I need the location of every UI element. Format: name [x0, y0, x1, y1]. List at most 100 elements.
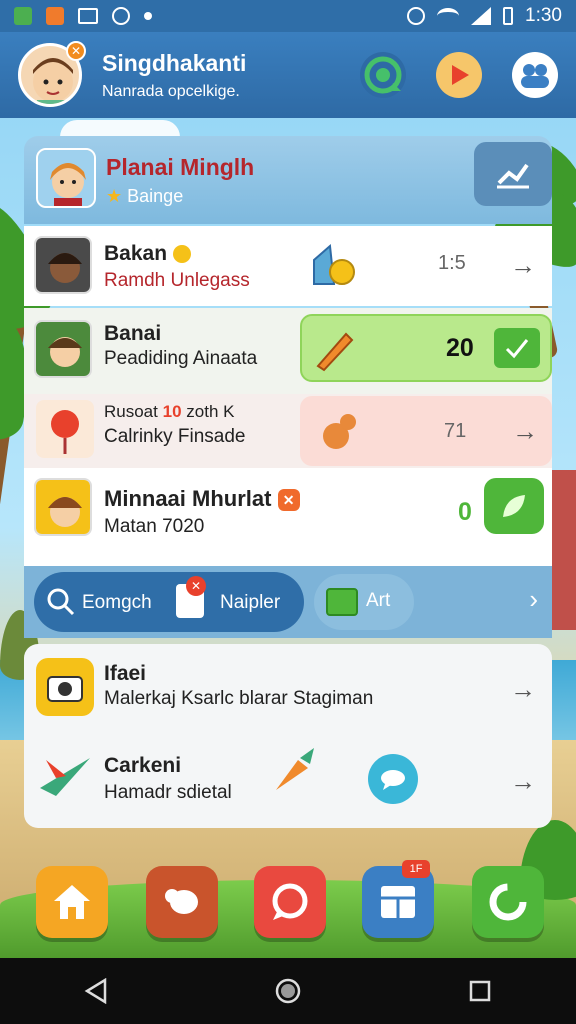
- bottom-card: Ifaei Malerkaj Ksarlc blarar Stagiman → …: [24, 644, 552, 828]
- score-pill[interactable]: 20: [300, 314, 552, 382]
- battery-icon: [503, 7, 514, 25]
- list-item[interactable]: Ifaei Malerkaj Ksarlc blarar Stagiman →: [24, 644, 552, 734]
- grid-button[interactable]: 1F: [362, 860, 434, 938]
- chat-icon: [381, 770, 405, 790]
- clock-time: 1:30: [525, 5, 562, 26]
- system-nav-bar: [0, 958, 576, 1024]
- list-item[interactable]: Banai Peadiding Ainaata 20: [24, 308, 552, 394]
- list-item[interactable]: Carkeni Hamadr sdietal →: [24, 736, 552, 826]
- chat-button[interactable]: [368, 754, 418, 804]
- grid-icon: [381, 886, 415, 918]
- item-title: Banai: [104, 322, 162, 345]
- item-title: Ifaei: [104, 662, 147, 685]
- dot-icon: [144, 12, 152, 20]
- message-button[interactable]: [254, 866, 326, 938]
- main-panel: Planai Minglh ★ Bainge Bakan Ramdh Unleg…: [24, 136, 552, 828]
- play-icon: [452, 65, 469, 85]
- chat-bubble-icon: [165, 889, 198, 914]
- item-title: Carkeni: [104, 754, 182, 777]
- search-label: Eomgch: [82, 592, 152, 613]
- item-subtitle: Hamadr sdietal: [104, 782, 232, 803]
- profile-subtitle: ★ Bainge: [106, 186, 184, 206]
- plane-icon: [40, 758, 90, 796]
- status-bar: 1:30: [0, 0, 576, 32]
- community-icon: [521, 64, 549, 88]
- refresh-chat-icon: [364, 56, 402, 94]
- item-title: Bakan: [104, 242, 191, 266]
- toy-icon: [313, 243, 355, 285]
- camera-icon: [47, 676, 83, 702]
- grid-badge: 1F: [402, 860, 430, 878]
- leaf-icon: [503, 495, 525, 517]
- close-badge-icon: ✕: [277, 489, 300, 512]
- profile-card-avatar: [36, 148, 96, 208]
- home-button[interactable]: [36, 866, 108, 938]
- item-thumbnail: [34, 320, 92, 378]
- art-label: Art: [366, 590, 391, 611]
- header-subtitle: Nanrada opcelkige.: [102, 82, 240, 100]
- item-title: Rusoat 10 zoth K: [104, 402, 235, 421]
- header-title: Singdhakanti: [102, 49, 247, 76]
- leaf-button[interactable]: [484, 478, 544, 534]
- refresh-icon: [489, 883, 527, 921]
- item-subtitle: Peadiding Ainaata: [104, 348, 258, 369]
- check-button[interactable]: [494, 328, 540, 368]
- refresh-chat-button[interactable]: [360, 52, 406, 98]
- arrow-right-icon[interactable]: →: [510, 250, 536, 281]
- nav-recents-button[interactable]: [450, 971, 510, 1011]
- coin-icon: [172, 245, 191, 264]
- item-subtitle: Ramdh Unlegass: [104, 270, 250, 291]
- carrot-icon: [316, 332, 354, 372]
- item-value: 71: [444, 420, 467, 442]
- art-button[interactable]: Art: [314, 574, 414, 630]
- recents-icon: [469, 980, 491, 1002]
- item-value: 20: [446, 334, 474, 362]
- refresh-button[interactable]: [472, 866, 544, 938]
- search-button[interactable]: Eomgch ✕ Naipler: [34, 572, 304, 632]
- profile-avatar[interactable]: ✕: [18, 41, 86, 107]
- cast-icon: [78, 8, 98, 24]
- star-icon: ★: [106, 186, 123, 206]
- note-badge: ✕: [186, 576, 206, 596]
- nav-back-button[interactable]: [66, 971, 126, 1011]
- community-button[interactable]: [512, 52, 558, 98]
- wifi-icon: [437, 8, 460, 24]
- profile-name: Planai Minglh: [106, 154, 255, 180]
- profile-card[interactable]: Planai Minglh ★ Bainge: [24, 136, 552, 224]
- avatar-badge: ✕: [66, 41, 86, 61]
- item-value: 1:5: [438, 252, 466, 274]
- title-badge: 10: [162, 402, 182, 421]
- list-item[interactable]: Bakan Ramdh Unlegass 1:5 →: [24, 226, 552, 306]
- item-value: 0: [458, 498, 472, 526]
- play-button[interactable]: [436, 52, 482, 98]
- arrow-right-icon[interactable]: →: [510, 766, 536, 797]
- carrot-icon: [276, 748, 314, 790]
- app-dock: 1F: [0, 860, 576, 952]
- art-icon: [326, 588, 358, 616]
- check-icon: [505, 339, 529, 359]
- app-green-icon: [14, 7, 32, 25]
- action-bar: Eomgch ✕ Naipler Art ›: [24, 566, 552, 638]
- chat-bubble-button[interactable]: [146, 866, 218, 938]
- back-icon: [84, 978, 107, 1004]
- item-subtitle: Malerkaj Ksarlc blarar Stagiman: [104, 688, 374, 709]
- edit-button[interactable]: [474, 142, 552, 206]
- app-header: ✕ Singdhakanti Nanrada opcelkige.: [0, 32, 576, 118]
- edit-chart-icon: [497, 163, 529, 189]
- home-circle-icon: [275, 978, 301, 1004]
- list-item[interactable]: Minnaai Mhurlat ✕ Matan 7020 0: [24, 468, 552, 566]
- list-item[interactable]: Rusoat 10 zoth K Calrinky Finsade 71 →: [24, 394, 552, 468]
- chevron-right-icon[interactable]: ›: [529, 584, 538, 615]
- search-icon: [47, 588, 75, 616]
- pet-icon: [323, 414, 356, 449]
- app-orange-icon: [46, 7, 64, 25]
- camera-button[interactable]: [36, 658, 94, 716]
- arrow-right-icon[interactable]: →: [510, 674, 536, 705]
- message-icon: [272, 883, 308, 920]
- arrow-right-icon[interactable]: →: [512, 416, 538, 447]
- item-thumbnail: [36, 400, 94, 458]
- nav-home-button[interactable]: [258, 971, 318, 1011]
- score-pill[interactable]: 71 →: [300, 396, 552, 466]
- item-subtitle: Calrinky Finsade: [104, 426, 246, 447]
- note-label: Naipler: [220, 592, 281, 613]
